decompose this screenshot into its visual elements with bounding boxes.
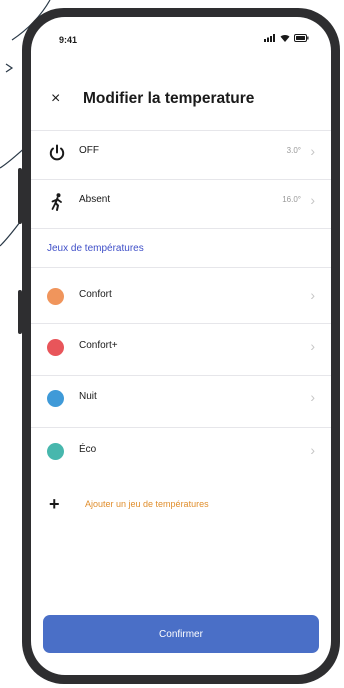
preset-color-dot (47, 339, 64, 356)
status-bar: 9:41 (31, 17, 331, 57)
divider (31, 323, 331, 324)
modal-header: × Modifier la temperature (31, 87, 331, 115)
divider (31, 427, 331, 428)
mode-label: OFF (79, 145, 99, 156)
preset-row-nuit[interactable]: Nuit › (31, 377, 331, 425)
add-preset-button[interactable]: + Ajouter un jeu de températures (31, 492, 331, 522)
chevron-right-icon: › (310, 192, 315, 208)
app-screen: 9:41 × Modifier la temperature OFF 3.0° … (31, 17, 331, 675)
add-preset-label: Ajouter un jeu de températures (85, 499, 209, 509)
preset-row-eco[interactable]: Éco › (31, 430, 331, 478)
preset-color-dot (47, 390, 64, 407)
close-button[interactable]: × (51, 89, 60, 109)
divider (31, 375, 331, 376)
divider (31, 267, 331, 268)
preset-label: Éco (79, 444, 97, 455)
mode-temperature: 16.0° (282, 195, 301, 204)
preset-color-dot (47, 288, 64, 305)
page-title: Modifier la temperature (83, 90, 255, 107)
chevron-right-icon: › (310, 143, 315, 159)
preset-label: Nuit (79, 391, 97, 402)
divider (31, 228, 331, 229)
plus-icon: + (49, 494, 60, 514)
walking-person-icon (51, 193, 62, 211)
section-title: Jeux de températures (47, 243, 144, 254)
chevron-right-icon: › (310, 338, 315, 354)
phone-side-button (18, 168, 22, 224)
chevron-right-icon: › (310, 287, 315, 303)
chevron-right-icon: › (310, 389, 315, 405)
confirm-button[interactable]: Confirmer (43, 615, 319, 653)
mode-row-off[interactable]: OFF 3.0° › (31, 131, 331, 179)
wifi-icon (280, 34, 290, 42)
battery-icon (294, 34, 309, 42)
status-icons (264, 34, 309, 42)
mode-label: Absent (79, 194, 111, 205)
chevron-right-icon: › (310, 442, 315, 458)
cellular-signal-icon (264, 34, 275, 42)
mode-temperature: 3.0° (286, 146, 301, 155)
phone-frame: 9:41 × Modifier la temperature OFF 3.0° … (18, 8, 340, 684)
status-time: 9:41 (59, 35, 78, 45)
preset-label: Confort (79, 289, 112, 300)
power-icon (49, 144, 65, 161)
preset-label: Confort+ (79, 340, 118, 351)
preset-row-confort[interactable]: Confort › (31, 275, 331, 323)
preset-color-dot (47, 443, 64, 460)
phone-side-button (18, 290, 22, 334)
preset-row-confort-plus[interactable]: Confort+ › (31, 326, 331, 374)
mode-row-absent[interactable]: Absent 16.0° › (31, 180, 331, 228)
